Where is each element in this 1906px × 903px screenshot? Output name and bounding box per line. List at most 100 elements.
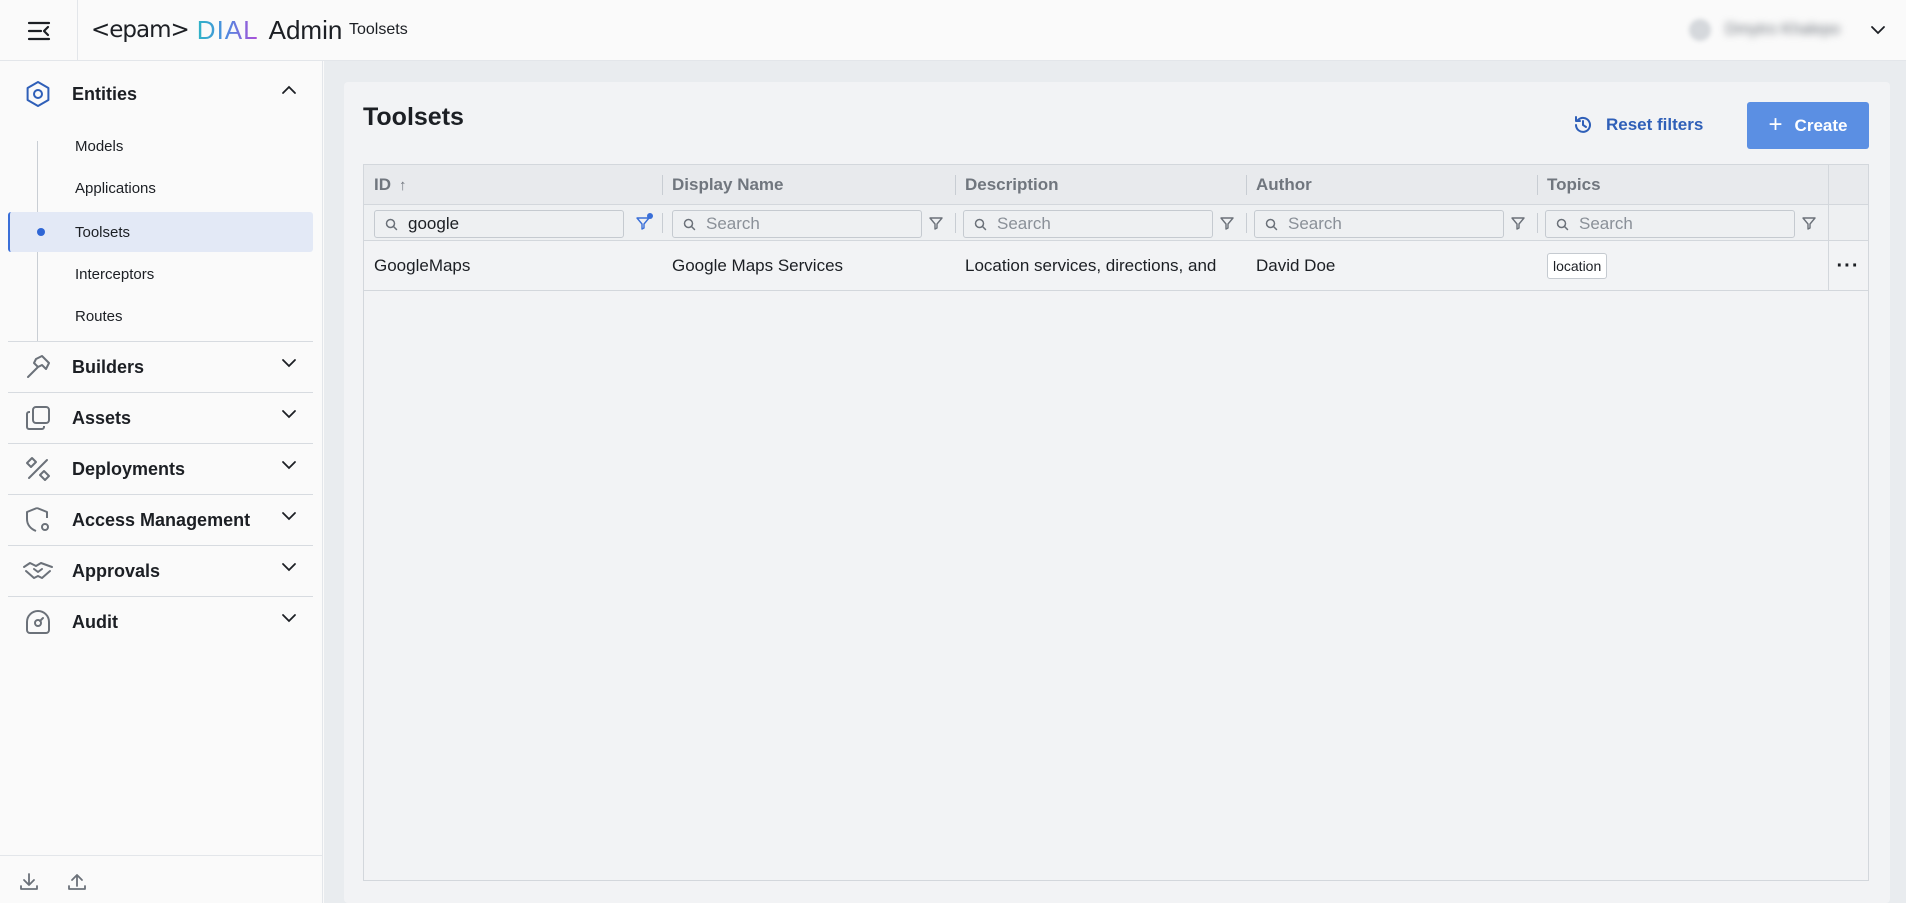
filter-row: google Search Search Search Search <box>364 205 1868 241</box>
table-row[interactable]: GoogleMaps Google Maps Services Location… <box>364 241 1868 291</box>
column-separator <box>1246 213 1247 233</box>
filter-placeholder: Search <box>1288 214 1342 233</box>
chevron-down-icon <box>282 563 296 572</box>
toolsets-table: ID ↑ Display Name Description Author Top… <box>363 164 1869 881</box>
gauge-icon <box>18 602 58 642</box>
actions-column-divider <box>1828 165 1829 291</box>
sidebar-item-label: Toolsets <box>75 223 131 241</box>
sidebar-section-approvals[interactable]: Approvals <box>8 546 313 596</box>
user-name: Dmytro Khalepo <box>1725 21 1840 38</box>
sidebar-section-label: Access Management <box>72 509 251 530</box>
sidebar-footer <box>0 855 323 903</box>
column-header-label: Description <box>965 175 1059 194</box>
author-filter-input[interactable]: Search <box>1254 210 1504 238</box>
reset-filters-button[interactable]: Reset filters <box>1572 103 1703 147</box>
shield-gear-icon <box>18 500 58 540</box>
sidebar-toggle-button[interactable] <box>0 0 78 61</box>
plus-icon: + <box>1768 110 1783 138</box>
sidebar-section-label: Assets <box>72 407 132 428</box>
description-filter-input[interactable]: Search <box>963 210 1213 238</box>
cell-display-name: Google Maps Services <box>672 256 844 275</box>
filter-placeholder: Search <box>1579 214 1633 233</box>
cell-topics: location <box>1537 241 1828 291</box>
sidebar-section-entities[interactable]: Entities <box>8 69 313 119</box>
sidebar: Entities Models Applications Toolsets In… <box>0 61 323 903</box>
column-separator <box>955 213 956 233</box>
create-label: Create <box>1794 115 1848 135</box>
filter-active-dot <box>647 213 653 219</box>
search-icon <box>385 218 398 230</box>
sidebar-item-interceptors[interactable]: Interceptors <box>8 254 313 294</box>
tools-icon <box>18 449 58 489</box>
column-separator <box>1537 213 1538 233</box>
filter-placeholder: Search <box>997 214 1051 233</box>
chevron-down-icon <box>282 410 296 419</box>
filter-icon[interactable] <box>1801 215 1817 231</box>
column-header-id[interactable]: ID ↑ <box>364 165 662 205</box>
sidebar-section-access-management[interactable]: Access Management <box>8 495 313 545</box>
filter-placeholder: Search <box>706 214 760 233</box>
upload-icon[interactable] <box>67 872 87 892</box>
user-menu[interactable]: Dmytro Khalepo <box>1689 14 1886 46</box>
column-separator <box>662 213 663 233</box>
sidebar-item-models[interactable]: Models <box>8 126 313 166</box>
row-actions-button[interactable]: ··· <box>1828 241 1868 291</box>
filter-value: google <box>408 214 460 233</box>
chevron-down-icon <box>282 614 296 623</box>
copy-icon <box>18 398 58 438</box>
display-name-filter-input[interactable]: Search <box>672 210 922 238</box>
history-icon <box>1575 116 1591 133</box>
create-button[interactable]: + Create <box>1747 102 1869 149</box>
sidebar-section-label: Builders <box>72 356 145 377</box>
sidebar-item-toolsets[interactable]: Toolsets <box>8 212 313 252</box>
chevron-down-icon <box>282 461 296 470</box>
hexagon-icon <box>18 74 58 114</box>
column-header-label: Display Name <box>672 175 784 194</box>
chevron-down-icon <box>1871 26 1885 35</box>
filter-icon[interactable] <box>928 215 944 231</box>
filter-icon[interactable] <box>1510 215 1526 231</box>
sidebar-section-builders[interactable]: Builders <box>8 342 313 392</box>
column-header-author[interactable]: Author <box>1246 165 1537 205</box>
column-header-label: Topics <box>1547 175 1601 194</box>
id-filter-input[interactable]: google <box>374 210 624 238</box>
chevron-up-icon <box>282 85 296 94</box>
filter-icon[interactable] <box>1219 215 1235 231</box>
top-header: <epam> DIAL Admin Toolsets Dmytro Khalep… <box>0 0 1906 61</box>
logo-epam: <epam> <box>91 17 190 43</box>
page-title: Toolsets <box>363 103 464 131</box>
sidebar-section-label: Audit <box>72 611 118 632</box>
sidebar-item-routes[interactable]: Routes <box>8 296 313 336</box>
column-header-label: Author <box>1256 175 1312 194</box>
table-header: ID ↑ Display Name Description Author Top… <box>364 165 1868 205</box>
reset-filters-label: Reset filters <box>1606 115 1704 134</box>
search-icon <box>1556 218 1569 230</box>
download-icon[interactable] <box>19 872 39 892</box>
column-header-topics[interactable]: Topics <box>1537 165 1828 205</box>
search-icon <box>1265 218 1278 230</box>
active-indicator <box>37 228 45 236</box>
topics-filter-input[interactable]: Search <box>1545 210 1795 238</box>
breadcrumb: Toolsets <box>349 21 408 38</box>
search-icon <box>683 218 696 230</box>
logo-dial: DIAL <box>196 14 259 45</box>
sort-asc-icon: ↑ <box>399 176 407 194</box>
chevron-down-icon <box>282 359 296 368</box>
search-icon <box>974 218 987 230</box>
avatar <box>1689 19 1712 41</box>
menu-collapse-icon <box>27 21 50 40</box>
sidebar-section-deployments[interactable]: Deployments <box>8 444 313 494</box>
sidebar-section-label: Entities <box>72 83 138 104</box>
sidebar-section-label: Approvals <box>72 560 161 581</box>
cell-description: Location services, directions, and <box>965 256 1217 275</box>
app-logo[interactable]: <epam> DIAL Admin <box>91 14 342 46</box>
handshake-icon <box>18 551 58 591</box>
sidebar-item-applications[interactable]: Applications <box>8 168 313 208</box>
sidebar-section-assets[interactable]: Assets <box>8 393 313 443</box>
cell-author: David Doe <box>1256 256 1336 275</box>
cell-id: GoogleMaps <box>374 256 471 275</box>
column-header-description[interactable]: Description <box>955 165 1246 205</box>
column-header-display-name[interactable]: Display Name <box>662 165 955 205</box>
hammer-icon <box>18 347 58 387</box>
sidebar-section-audit[interactable]: Audit <box>8 597 313 647</box>
